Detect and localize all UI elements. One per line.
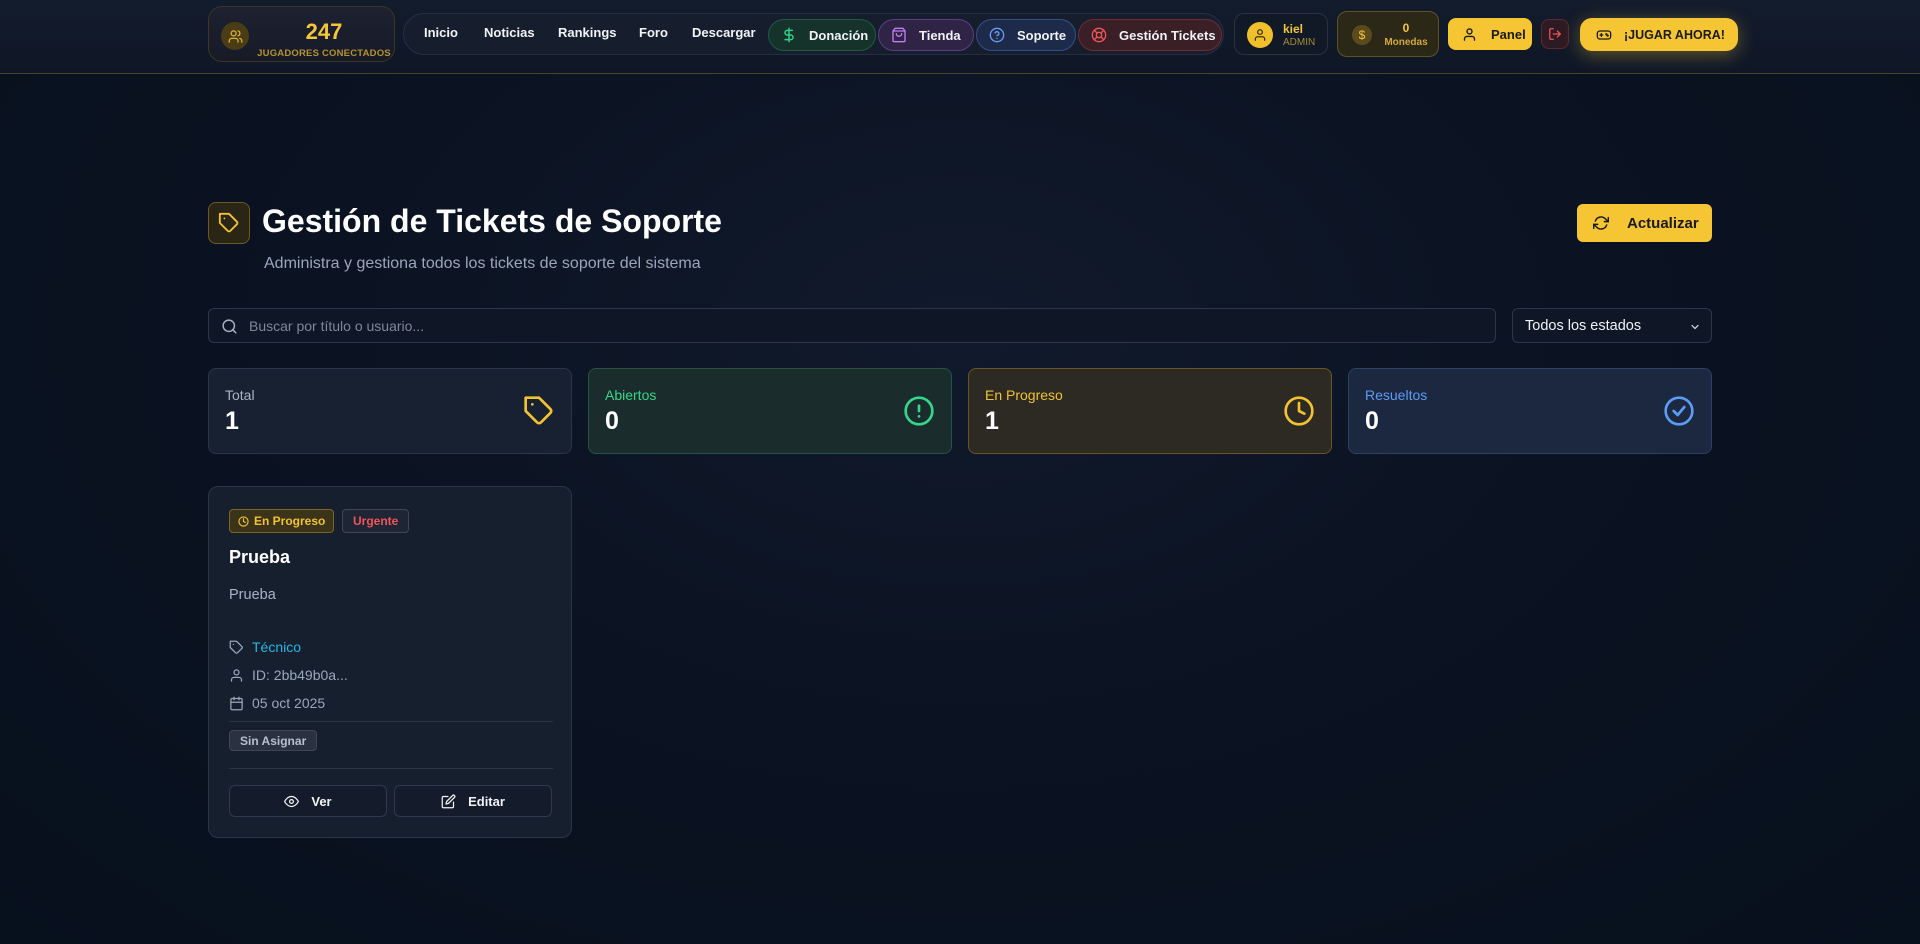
players-label: JUGADORES CONECTADOS — [257, 48, 391, 59]
refresh-button-label: Actualizar — [1627, 214, 1699, 232]
players-online-widget: 247 JUGADORES CONECTADOS — [208, 6, 395, 62]
chevron-down-icon — [1691, 324, 1699, 330]
players-count: 247 — [305, 19, 343, 44]
logout-icon — [1549, 28, 1561, 40]
stat-card-abiertos: Abiertos 0 — [588, 368, 952, 454]
refresh-button[interactable]: Actualizar — [1577, 204, 1712, 242]
ticket-category: Técnico — [229, 639, 301, 655]
gamepad-icon — [1596, 29, 1612, 40]
ticket-user-id: ID: 2bb49b0a... — [229, 667, 348, 683]
ticket-user-id-value: ID: 2bb49b0a... — [252, 667, 348, 683]
status-badge-label: En Progreso — [254, 514, 326, 528]
edit-ticket-button[interactable]: Editar — [394, 785, 552, 817]
ticket-title: Prueba — [229, 547, 291, 567]
coins-balance[interactable]: $ 0 Monedas — [1337, 11, 1439, 57]
tag-icon — [229, 640, 243, 654]
stat-card-resueltos: Resueltos 0 — [1348, 368, 1712, 454]
nav-soporte-label: Soporte — [1017, 27, 1067, 43]
nav-gestion-tickets[interactable]: Gestión Tickets — [1078, 19, 1222, 51]
user-menu[interactable]: kiel ADMIN — [1234, 13, 1328, 55]
nav-descargar[interactable]: Descargar — [692, 25, 756, 40]
check-circle-icon — [1664, 396, 1694, 426]
view-ticket-button[interactable]: Ver — [229, 785, 387, 817]
nav-tienda[interactable]: Tienda — [878, 19, 974, 51]
stat-value: 1 — [985, 407, 999, 435]
status-badge: En Progreso — [229, 509, 335, 533]
stat-value: 1 — [225, 407, 239, 435]
calendar-icon — [230, 696, 243, 710]
stat-label: Resueltos — [1365, 387, 1428, 403]
status-filter-value: Todos los estados — [1525, 318, 1642, 334]
refresh-icon — [1593, 216, 1609, 230]
help-circle-icon — [989, 27, 1005, 43]
stat-label: Abiertos — [605, 387, 657, 403]
ticket-category-value: Técnico — [252, 639, 302, 655]
panel-button[interactable]: Panel — [1448, 18, 1532, 50]
stat-value: 0 — [1365, 407, 1379, 435]
clock-icon — [238, 515, 249, 527]
user-icon — [1463, 27, 1476, 41]
users-icon — [221, 22, 249, 50]
panel-button-label: Panel — [1491, 26, 1526, 42]
stat-label: En Progreso — [985, 387, 1063, 403]
ticket-card: En Progreso Urgente Prueba Prueba Técnic… — [208, 486, 572, 838]
search-box — [208, 308, 1496, 343]
nav-foro[interactable]: Foro — [639, 25, 668, 40]
stat-label: Total — [225, 387, 255, 403]
user-role: ADMIN — [1283, 37, 1316, 48]
dollar-icon — [784, 27, 794, 43]
logout-button[interactable] — [1541, 19, 1569, 49]
nav-donacion[interactable]: Donación — [768, 19, 876, 51]
user-icon — [230, 668, 243, 682]
ticket-date: 05 oct 2025 — [229, 695, 325, 711]
life-buoy-icon — [1091, 27, 1107, 43]
eye-icon — [284, 795, 300, 807]
stat-value: 0 — [605, 407, 619, 435]
shopping-bag-icon — [892, 27, 906, 43]
page-subtitle: Administra y gestiona todos los tickets … — [264, 255, 701, 272]
ticket-description: Prueba — [229, 587, 276, 603]
ticket-date-value: 05 oct 2025 — [252, 695, 326, 711]
stat-card-en-progreso: En Progreso 1 — [968, 368, 1332, 454]
assignee-badge: Sin Asignar — [229, 730, 318, 751]
coins-label: Monedas — [1384, 37, 1428, 48]
priority-badge: Urgente — [342, 509, 410, 533]
nav-tienda-label: Tienda — [919, 27, 961, 43]
search-icon — [222, 319, 237, 334]
main-nav: Inicio Noticias Rankings Foro Descargar … — [403, 13, 1224, 55]
page-title: Gestión de Tickets de Soporte — [262, 203, 722, 239]
nav-rankings[interactable]: Rankings — [558, 25, 617, 40]
nav-soporte[interactable]: Soporte — [976, 19, 1076, 51]
edit-ticket-label: Editar — [468, 793, 505, 809]
stat-card-total: Total 1 — [208, 368, 572, 454]
tag-icon — [524, 396, 553, 425]
edit-icon — [441, 794, 456, 808]
nav-inicio[interactable]: Inicio — [424, 25, 458, 40]
nav-gestion-tickets-label: Gestión Tickets — [1119, 27, 1216, 43]
user-name: kiel — [1283, 22, 1304, 36]
alert-circle-icon — [904, 396, 934, 426]
tag-icon — [208, 202, 250, 244]
divider — [229, 721, 553, 722]
coins-value: 0 — [1402, 21, 1410, 35]
play-now-label: ¡JUGAR AHORA! — [1624, 27, 1725, 42]
search-input[interactable] — [249, 309, 1479, 342]
clock-icon — [1284, 396, 1314, 426]
view-ticket-label: Ver — [311, 793, 332, 809]
top-navbar: 247 JUGADORES CONECTADOS Inicio Noticias… — [0, 0, 1920, 74]
nav-donacion-label: Donación — [809, 27, 869, 43]
play-now-button[interactable]: ¡JUGAR AHORA! — [1580, 18, 1738, 51]
divider — [229, 768, 553, 769]
user-icon — [1247, 22, 1273, 48]
nav-noticias[interactable]: Noticias — [484, 25, 535, 40]
money-bag-icon: $ — [1352, 25, 1372, 45]
status-filter-select[interactable]: Todos los estados — [1512, 308, 1712, 343]
